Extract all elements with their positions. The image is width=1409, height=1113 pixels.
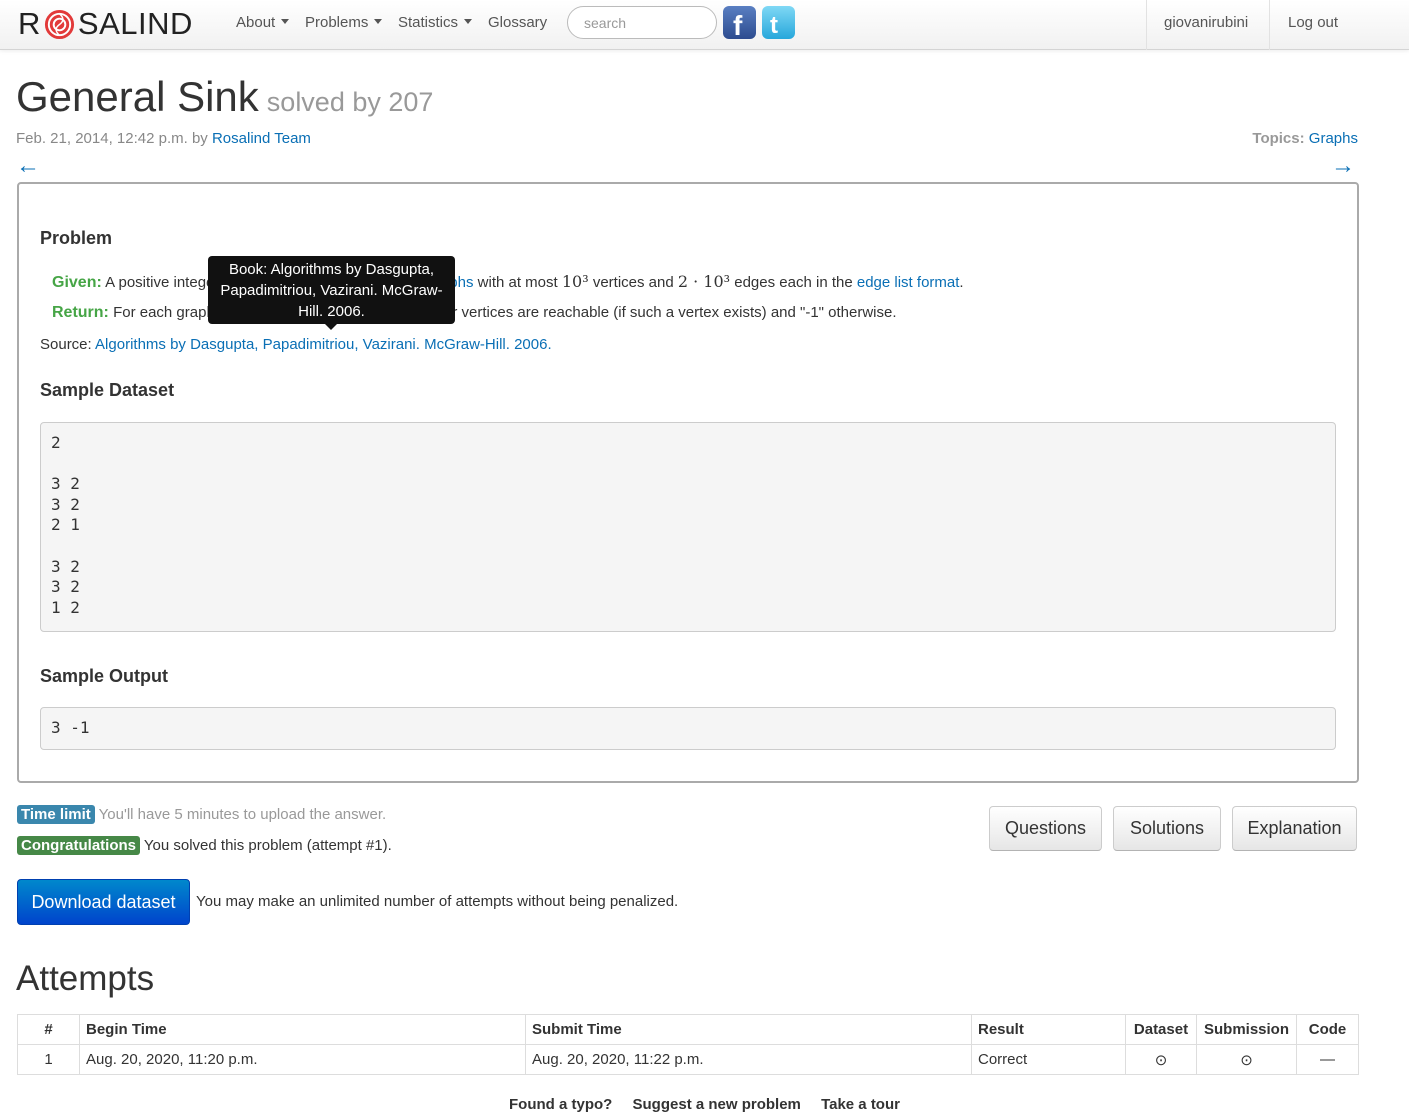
- problem-heading: Problem: [40, 228, 113, 248]
- congrats-text: You solved this problem (attempt #1).: [143, 837, 392, 854]
- source-label: Source:: [40, 336, 92, 353]
- col-number: #: [17, 1014, 80, 1045]
- submission-download-icon[interactable]: ⊙: [1196, 1044, 1297, 1075]
- edge-list-format-link[interactable]: edge list format: [857, 274, 960, 291]
- solved-count: solved by 207: [266, 87, 434, 117]
- col-submit-time: Submit Time: [525, 1014, 972, 1045]
- attempts-table: # Begin Time Submit Time Result Dataset …: [17, 1014, 1359, 1075]
- given-edges: 2 · 10³: [677, 272, 731, 291]
- problem-title: General Sink: [16, 73, 259, 120]
- given-text-1: A positive integer: [105, 274, 220, 291]
- nav-statistics[interactable]: Statistics: [398, 14, 473, 31]
- time-limit-badge: Time limit: [17, 805, 95, 824]
- download-dataset-button[interactable]: Download dataset: [17, 879, 190, 925]
- logout-link[interactable]: Log out: [1288, 14, 1338, 31]
- given-label: Given:: [52, 274, 102, 291]
- congratulations-badge: Congratulations: [17, 836, 140, 855]
- rosalind-logo[interactable]: R SALIND: [18, 4, 193, 44]
- given-line: Given: A positive integer k graphs with …: [52, 272, 964, 291]
- brand-letter-r: R: [18, 6, 41, 41]
- chevron-down-icon: [281, 19, 290, 24]
- take-tour-link[interactable]: Take a tour: [821, 1096, 900, 1113]
- given-text-3: vertices and: [592, 274, 674, 291]
- author-link[interactable]: Rosalind Team: [212, 130, 311, 147]
- facebook-icon[interactable]: f: [723, 6, 756, 41]
- svg-text:t: t: [770, 12, 778, 39]
- given-text-4: edges each in the: [734, 274, 853, 291]
- svg-text:f: f: [733, 10, 743, 39]
- found-typo-link[interactable]: Found a typo?: [509, 1096, 612, 1113]
- rose-logo-icon: [44, 9, 74, 39]
- nav-about-label: About: [236, 14, 276, 31]
- footer-links: Found a typo? Suggest a new problem Take…: [0, 1096, 1409, 1113]
- nav-glossary[interactable]: Glossary: [488, 14, 547, 31]
- col-code: Code: [1296, 1014, 1359, 1045]
- nav-divider: [1269, 0, 1270, 50]
- dataset-download-icon[interactable]: ⊙: [1125, 1044, 1197, 1075]
- download-note: You may make an unlimited number of atte…: [196, 893, 679, 910]
- twitter-icon[interactable]: t: [762, 6, 795, 39]
- brand-name: SALIND: [77, 6, 193, 41]
- source-tooltip: Book: Algorithms by Dasgupta, Papadimitr…: [208, 256, 455, 330]
- nav-divider: [1146, 0, 1147, 50]
- topics: Topics: Graphs: [1252, 130, 1358, 147]
- prev-problem-arrow-icon[interactable]: ←: [16, 152, 40, 180]
- return-label: Return:: [52, 304, 109, 321]
- source-line: Source: Algorithms by Dasgupta, Papadimi…: [40, 336, 552, 353]
- solutions-button[interactable]: Solutions: [1113, 806, 1221, 851]
- suggest-problem-link[interactable]: Suggest a new problem: [633, 1096, 801, 1113]
- topics-label: Topics:: [1252, 130, 1305, 147]
- chevron-down-icon: [464, 19, 473, 24]
- given-text-2: with at most: [477, 274, 558, 291]
- nav-glossary-label: Glossary: [488, 14, 548, 31]
- table-header-row: # Begin Time Submit Time Result Dataset …: [17, 1014, 1359, 1045]
- nav-problems[interactable]: Problems: [305, 14, 383, 31]
- col-submission: Submission: [1196, 1014, 1297, 1045]
- top-navbar: R SALIND About Problems Statistics Gloss…: [0, 0, 1409, 50]
- time-limit-line: Time limit You'll have 5 minutes to uplo…: [17, 805, 386, 824]
- attempt-submit-time: Aug. 20, 2020, 11:22 p.m.: [525, 1044, 972, 1075]
- user-menu[interactable]: giovanirubini: [1164, 14, 1248, 31]
- nav-problems-label: Problems: [305, 14, 369, 31]
- attempt-begin-time: Aug. 20, 2020, 11:20 p.m.: [79, 1044, 526, 1075]
- topic-link-graphs[interactable]: Graphs: [1309, 130, 1358, 147]
- problem-meta: Feb. 21, 2014, 12:42 p.m. by Rosalind Te…: [16, 130, 311, 147]
- code-cell: —: [1296, 1044, 1359, 1075]
- attempts-heading: Attempts: [16, 959, 155, 998]
- source-link[interactable]: Algorithms by Dasgupta, Papadimitriou, V…: [95, 336, 552, 353]
- search-input[interactable]: [567, 6, 717, 39]
- given-vertices: 10³: [561, 272, 589, 291]
- next-problem-arrow-icon[interactable]: →: [1331, 152, 1355, 180]
- sample-dataset-block[interactable]: 2 3 2 3 2 2 1 3 2 3 2 1 2: [40, 422, 1336, 632]
- sample-dataset-heading: Sample Dataset: [40, 380, 175, 400]
- return-text-2: other vertices are reachable (if such a …: [423, 304, 897, 321]
- congrats-line: Congratulations You solved this problem …: [17, 836, 392, 855]
- attempt-number: 1: [17, 1044, 80, 1075]
- chevron-down-icon: [374, 19, 383, 24]
- return-line: Return: For each graph, output other ver…: [52, 304, 897, 322]
- meta-date: Feb. 21, 2014, 12:42 p.m. by: [16, 130, 212, 147]
- time-limit-text: You'll have 5 minutes to upload the answ…: [98, 806, 387, 823]
- sample-output-block[interactable]: 3 -1: [40, 707, 1336, 750]
- col-dataset: Dataset: [1125, 1014, 1197, 1045]
- page-title: General Sink solved by 207: [16, 73, 433, 121]
- nav-about[interactable]: About: [236, 14, 290, 31]
- attempt-result: Correct: [971, 1044, 1126, 1075]
- nav-statistics-label: Statistics: [398, 14, 459, 31]
- col-begin-time: Begin Time: [79, 1014, 526, 1045]
- explanation-button[interactable]: Explanation: [1232, 806, 1357, 851]
- questions-button[interactable]: Questions: [989, 806, 1102, 851]
- col-result: Result: [971, 1014, 1126, 1045]
- sample-output-heading: Sample Output: [40, 666, 169, 686]
- table-row: 1 Aug. 20, 2020, 11:20 p.m. Aug. 20, 202…: [17, 1044, 1359, 1075]
